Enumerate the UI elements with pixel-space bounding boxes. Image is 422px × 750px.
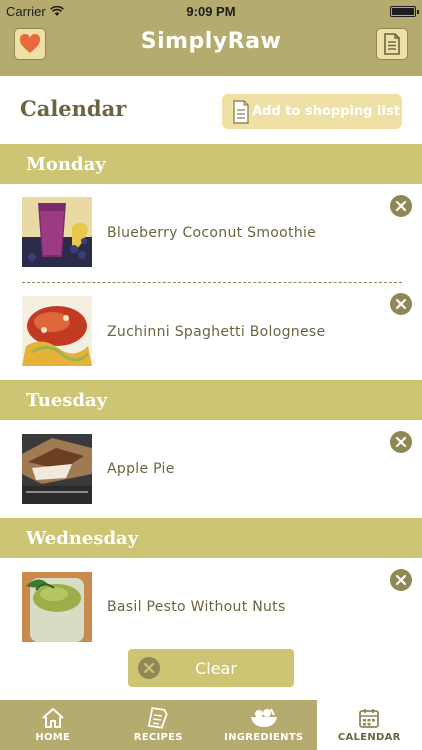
- day-label: Wednesday: [26, 527, 139, 549]
- recipe-name: Basil Pesto Without Nuts: [107, 599, 286, 615]
- close-icon: [395, 436, 407, 448]
- recipe-name: Blueberry Coconut Smoothie: [107, 225, 317, 241]
- close-icon: [395, 298, 407, 310]
- tab-ingredients[interactable]: INGREDIENTS: [211, 700, 317, 750]
- document-icon: [384, 33, 400, 55]
- notes-button[interactable]: [376, 28, 408, 60]
- list-item[interactable]: Basil Pesto Without Nuts: [0, 558, 422, 652]
- list-item[interactable]: Apple Pie: [0, 420, 422, 514]
- wifi-icon: [49, 5, 64, 16]
- remove-button[interactable]: [390, 569, 412, 591]
- shopping-button-label: Add to shopping list: [252, 104, 400, 119]
- nav-bar: SimplyRaw: [0, 22, 422, 76]
- calendar-header: Calendar Add to shopping list: [0, 76, 422, 144]
- home-icon: [42, 707, 64, 728]
- tab-recipes[interactable]: RECIPES: [106, 700, 212, 750]
- list-item[interactable]: Zuchinni Spaghetti Bolognese: [0, 284, 422, 378]
- close-icon: [395, 574, 407, 586]
- tab-home[interactable]: HOME: [0, 700, 106, 750]
- page-title: Calendar: [20, 96, 127, 121]
- remove-button[interactable]: [390, 195, 412, 217]
- item-divider: [22, 282, 402, 283]
- clear-button[interactable]: Clear: [128, 649, 294, 687]
- tab-label: INGREDIENTS: [224, 732, 304, 743]
- ingredients-icon: [250, 708, 277, 727]
- list-item[interactable]: Blueberry Coconut Smoothie: [0, 184, 422, 278]
- recipe-thumbnail: [22, 434, 92, 504]
- recipe-thumbnail: [22, 296, 92, 366]
- day-label: Monday: [26, 153, 106, 175]
- tab-label: RECIPES: [133, 732, 183, 743]
- carrier-indicator: Carrier: [6, 4, 64, 19]
- carrier-label: Carrier: [6, 3, 46, 19]
- recipes-icon: [148, 707, 168, 729]
- recipe-name: Zuchinni Spaghetti Bolognese: [107, 324, 326, 340]
- calendar-icon: [359, 709, 380, 728]
- tab-bar: HOME RECIPES INGREDIENTS CALENDAR: [0, 700, 422, 750]
- close-icon: [395, 200, 407, 212]
- day-label: Tuesday: [26, 389, 108, 411]
- remove-button[interactable]: [390, 293, 412, 315]
- clear-button-label: Clear: [195, 658, 237, 678]
- battery-icon: [390, 5, 419, 17]
- tab-calendar[interactable]: CALENDAR: [316, 700, 422, 750]
- tab-label: HOME: [35, 732, 71, 743]
- add-to-shopping-list-button[interactable]: Add to shopping list: [222, 94, 402, 129]
- recipe-name: Apple Pie: [107, 461, 175, 477]
- day-header-tuesday: Tuesday: [0, 380, 422, 420]
- document-icon: [233, 99, 249, 124]
- close-circle-icon: [138, 657, 160, 679]
- recipe-thumbnail: [22, 197, 92, 267]
- app-title: SimplyRaw: [140, 29, 282, 54]
- remove-button[interactable]: [390, 431, 412, 453]
- status-bar: Carrier 9:09 PM: [0, 0, 422, 22]
- tab-label: CALENDAR: [337, 732, 401, 743]
- recipe-thumbnail: [22, 572, 92, 642]
- day-header-wednesday: Wednesday: [0, 518, 422, 558]
- day-header-monday: Monday: [0, 144, 422, 184]
